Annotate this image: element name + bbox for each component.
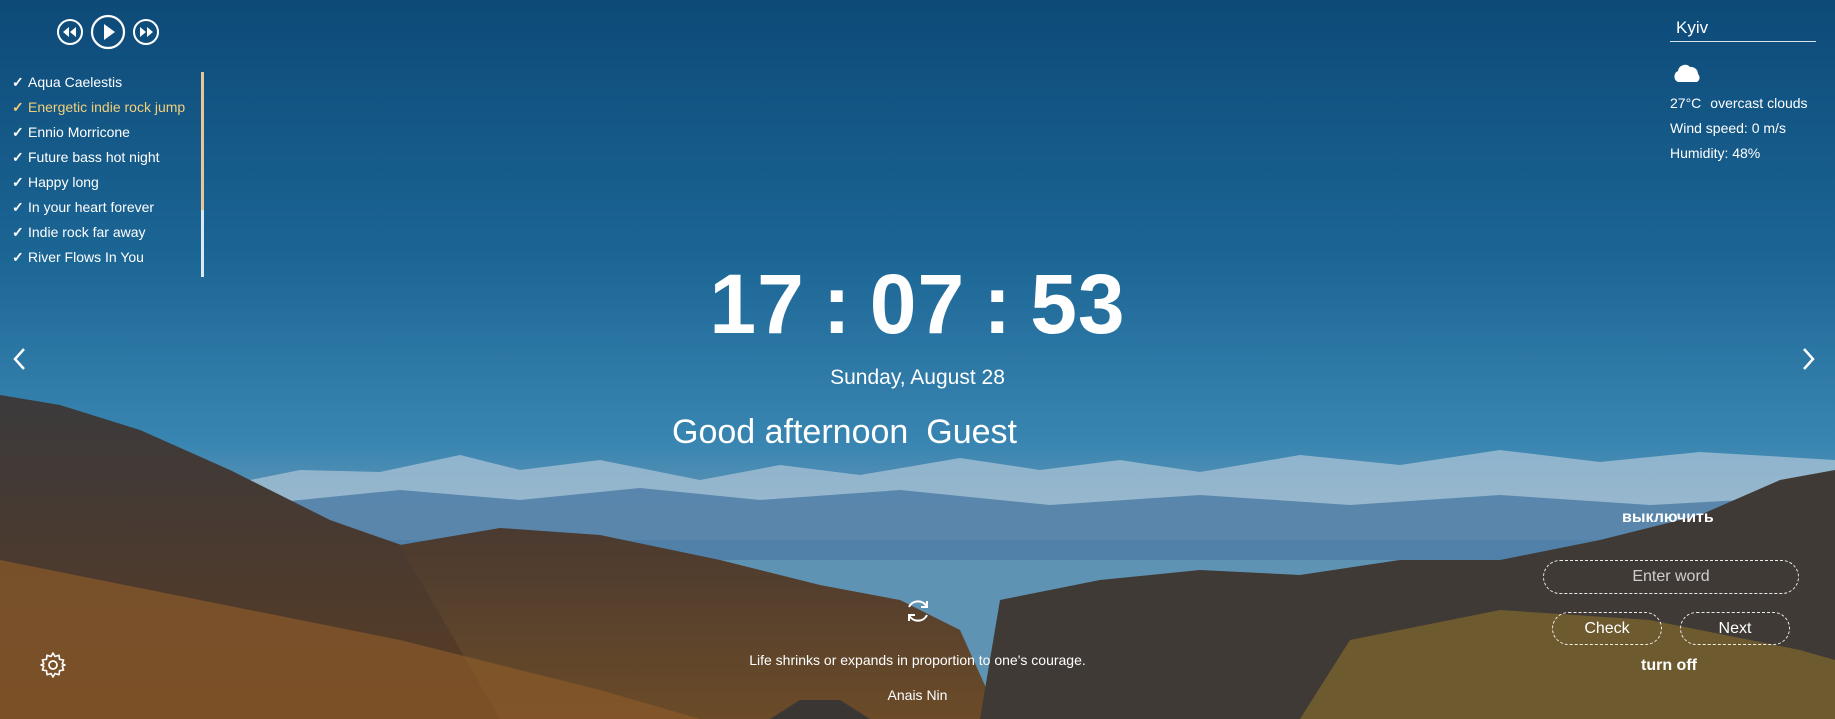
playlist-item[interactable]: ✓ Ennio Morricone	[12, 120, 204, 145]
check-icon: ✓	[12, 149, 24, 165]
name-input[interactable]: Guest	[926, 413, 1017, 452]
gear-icon[interactable]	[38, 650, 68, 685]
weather-description: overcast clouds	[1710, 95, 1808, 111]
weather-widget: 27°C overcast clouds Wind speed: 0 m/s H…	[1670, 14, 1818, 161]
playlist-item[interactable]: ✓ Happy long	[12, 170, 204, 195]
check-icon: ✓	[12, 124, 24, 140]
turn-off-button[interactable]: turn off	[1641, 657, 1697, 675]
check-icon: ✓	[12, 74, 24, 90]
wind-speed: Wind speed: 0 m/s	[1670, 120, 1786, 136]
temperature: 27°C	[1670, 95, 1702, 111]
rewind-icon[interactable]	[56, 18, 84, 51]
clock-separator: :	[983, 257, 1013, 351]
clock-hours: 17	[709, 257, 805, 351]
playlist-item-title: Future bass hot night	[28, 149, 160, 165]
playlist-item-title: Indie rock far away	[28, 224, 146, 240]
greeting: Good afternoon Guest	[672, 413, 1017, 452]
cloud-icon	[1670, 62, 1818, 87]
playlist-item[interactable]: ✓ In your heart forever	[12, 195, 204, 220]
quote-author: Anais Nin	[887, 687, 948, 703]
greeting-text: Good afternoon	[672, 413, 909, 451]
weather-temp-row: 27°C overcast clouds	[1670, 95, 1818, 111]
playlist-item[interactable]: ✓ Indie rock far away	[12, 220, 204, 245]
playlist-item-title: Ennio Morricone	[28, 124, 130, 140]
quote-text: Life shrinks or expands in proportion to…	[749, 652, 1086, 668]
check-button[interactable]: Check	[1552, 612, 1662, 645]
check-icon: ✓	[12, 99, 24, 115]
city-input[interactable]	[1670, 14, 1816, 42]
game-off-button[interactable]: выключить	[1622, 509, 1714, 527]
playlist: ✓ Aqua Caelestis ✓ Energetic indie rock jum…	[12, 70, 204, 277]
clock-seconds: 53	[1030, 257, 1126, 351]
playlist-item[interactable]: ✓ Energetic indie rock jump	[12, 95, 204, 120]
playlist-item-title: Happy long	[28, 174, 99, 190]
next-button[interactable]: Next	[1680, 612, 1790, 645]
date: Sunday, August 28	[830, 366, 1005, 389]
play-icon[interactable]	[90, 14, 126, 55]
playlist-item[interactable]: ✓ Aqua Caelestis	[12, 70, 204, 95]
playlist-item-title: In your heart forever	[28, 199, 155, 215]
humidity: Humidity: 48%	[1670, 145, 1761, 161]
playlist-item-title: Aqua Caelestis	[28, 74, 123, 90]
refresh-icon[interactable]	[903, 596, 933, 631]
check-icon: ✓	[12, 224, 24, 240]
clock-minutes: 07	[869, 257, 966, 351]
check-icon: ✓	[12, 199, 24, 215]
clock-separator: :	[822, 257, 852, 351]
clock: 17:07:53	[0, 256, 1835, 353]
playlist-item-title: Energetic indie rock jump	[28, 99, 186, 115]
playlist-item[interactable]: ✓ Future bass hot night	[12, 145, 204, 170]
fast-forward-icon[interactable]	[132, 18, 160, 51]
player-controls	[56, 14, 160, 55]
word-input[interactable]	[1543, 560, 1799, 594]
check-icon: ✓	[12, 174, 24, 190]
